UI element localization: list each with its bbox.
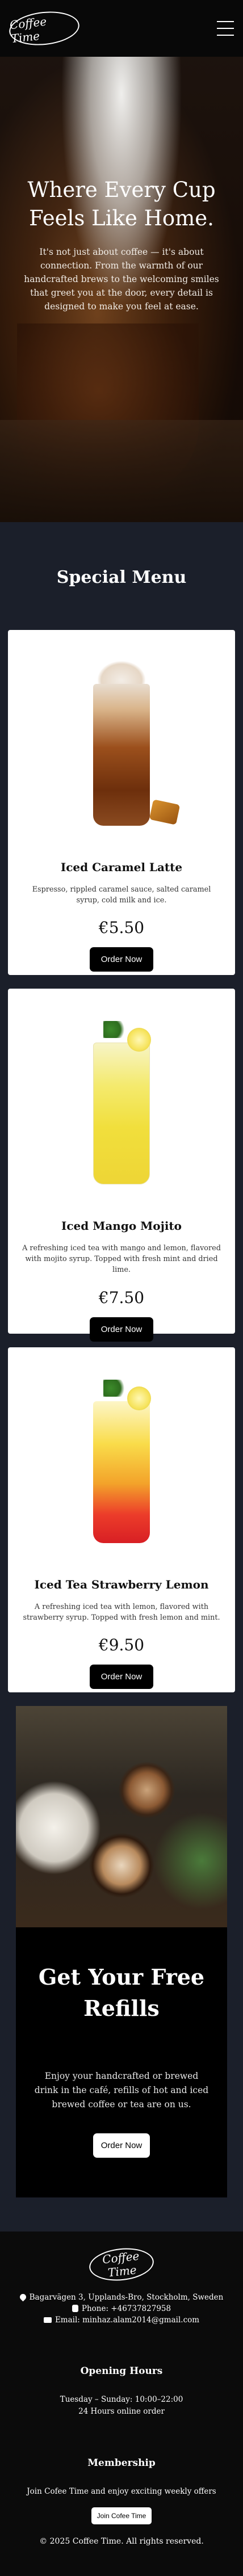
phone-icon: [72, 2305, 78, 2313]
join-membership-button[interactable]: Join Cofee Time: [91, 2507, 152, 2525]
opening-hours-note: 24 Hours online order: [78, 2407, 165, 2417]
address-text: Bagarvägen 3, Upplands-Bro, Stockholm, S…: [29, 2292, 224, 2302]
phone-text[interactable]: Phone: +46737827958: [82, 2303, 171, 2314]
promo-text: Enjoy your handcrafted or brewed drink i…: [34, 2071, 209, 2109]
menu-card: Iced Tea Strawberry Lemon A refreshing i…: [8, 1347, 235, 1692]
footer-logo-text: Coffee Time: [102, 2249, 140, 2280]
email-line: Email: minhaz.alam2014@gmail.com: [11, 2314, 232, 2326]
order-now-button[interactable]: Order Now: [89, 947, 154, 972]
location-pin-icon: [18, 2292, 27, 2302]
membership-title: Membership: [87, 2457, 156, 2469]
hero-title: Where Every Cup Feels Like Home.: [27, 178, 216, 230]
menu-item-price: €5.50: [98, 918, 145, 938]
menu-card: Iced Caramel Latte Espresso, rippled car…: [8, 630, 235, 975]
site-footer: Coffee Time Bagarvägen 3, Upplands-Bro, …: [0, 2231, 243, 2569]
copyright-text: © 2025 Coffee Time. All rights reserved.: [39, 2537, 204, 2546]
menu-card: Iced Mango Mojito A refreshing iced tea …: [8, 989, 235, 1342]
menu-item-name: Iced Mango Mojito: [61, 1219, 182, 1233]
iced-tea-strawberry-lemon-image: [18, 1364, 225, 1557]
opening-hours-days: Tuesday – Sunday: 10:00–22:00: [60, 2395, 183, 2405]
membership-text: Join Cofee Time and enjoy exciting weekl…: [27, 2486, 216, 2496]
menu-item-name: Iced Caramel Latte: [60, 860, 183, 874]
menu-item-description: A refreshing iced tea with lemon, flavor…: [23, 1603, 220, 1623]
logo[interactable]: Coffee Time: [7, 8, 81, 49]
footer-logo[interactable]: Coffee Time: [87, 2245, 156, 2284]
iced-mango-mojito-image: [18, 1006, 225, 1199]
phone-line: Phone: +46737827958: [11, 2303, 232, 2314]
special-menu-section: Special Menu Iced Caramel Latte Espresso…: [0, 522, 243, 2232]
promo-title: Get Your Free Refills: [38, 1964, 205, 2022]
menu-item-price: €9.50: [98, 1636, 145, 1655]
opening-hours-title: Opening Hours: [80, 2365, 163, 2377]
hamburger-menu-icon[interactable]: [217, 21, 234, 36]
iced-caramel-latte-image: [18, 647, 225, 840]
mail-icon: [43, 2317, 52, 2323]
order-now-button[interactable]: Order Now: [89, 1317, 154, 1342]
free-refills-section: Get Your Free Refills Enjoy your handcra…: [16, 1927, 227, 2197]
table-surface: [0, 420, 243, 522]
menu-item-description: Espresso, rippled caramel sauce, salted …: [32, 885, 211, 905]
menu-item-price: €7.50: [98, 1288, 145, 1307]
hero-subtitle: It's not just about coffee — it's about …: [24, 246, 219, 312]
menu-title: Special Menu: [56, 568, 187, 587]
menu-item-name: Iced Tea Strawberry Lemon: [34, 1578, 209, 1591]
hero-section: Where Every Cup Feels Like Home. It's no…: [0, 57, 243, 522]
menu-item-description: A refreshing iced tea with mango and lem…: [22, 1244, 221, 1275]
order-now-button[interactable]: Order Now: [89, 1665, 154, 1690]
address-line: Bagarvägen 3, Upplands-Bro, Stockholm, S…: [11, 2292, 232, 2303]
promo-order-now-button[interactable]: Order Now: [93, 2133, 150, 2158]
site-header: Coffee Time: [0, 0, 243, 57]
logo-text: Coffee Time: [9, 14, 48, 46]
coffee-cups-photo: [16, 1706, 227, 1927]
email-text[interactable]: Email: minhaz.alam2014@gmail.com: [55, 2314, 199, 2326]
